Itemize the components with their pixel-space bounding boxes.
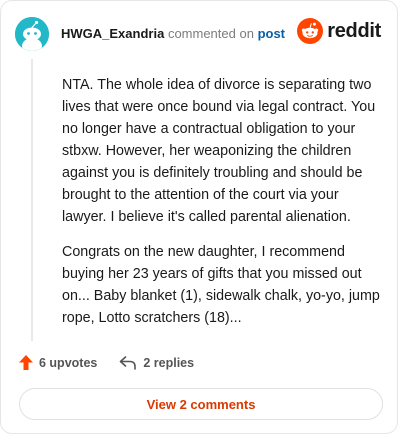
reddit-wordmark: reddit [327,19,381,42]
comment-header: HWGA_Exandria commented on post [61,26,285,41]
reddit-logo[interactable]: reddit [297,18,381,44]
user-avatar[interactable] [15,17,49,51]
replies-button[interactable]: 2 replies [119,356,194,370]
view-comments-button[interactable]: View 2 comments [19,388,383,420]
comment-body: NTA. The whole idea of divorce is separa… [62,74,384,342]
comment-card: HWGA_Exandria commented on post reddit N… [0,0,398,434]
upvote-arrow-icon [19,355,33,370]
snoo-avatar-icon [15,17,49,51]
upvotes-count: 6 upvotes [39,355,98,370]
reply-arrow-icon [120,355,137,370]
thread-line[interactable] [31,59,33,341]
comment-actions: 6 upvotes 2 replies [19,355,216,370]
comment-paragraph-2: Congrats on the new daughter, I recommen… [62,244,380,326]
commented-on-text: commented on [167,26,254,41]
post-link[interactable]: post [258,26,285,41]
upvote-button[interactable]: 6 upvotes [19,355,97,370]
reddit-snoo-icon [297,18,324,44]
comment-paragraph-1: NTA. The whole idea of divorce is separa… [62,77,376,225]
replies-count: 2 replies [143,355,195,370]
username[interactable]: HWGA_Exandria [61,26,164,41]
